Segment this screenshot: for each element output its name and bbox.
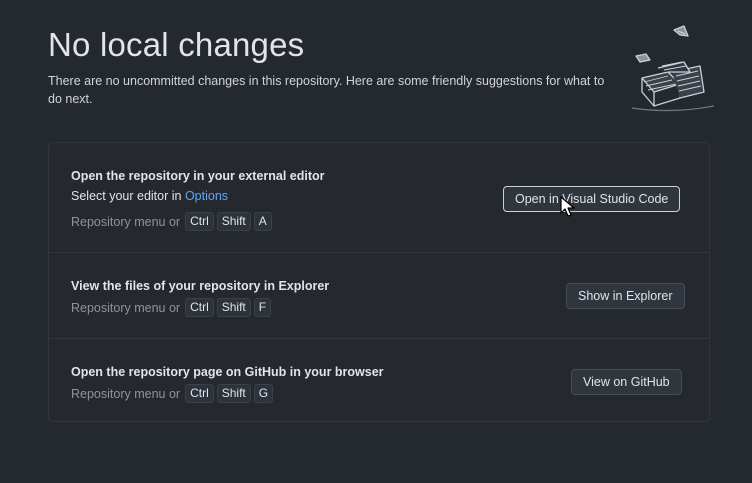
keyboard-shortcut: Repository menu or Ctrl Shift A [71, 212, 272, 231]
suggestion-show-explorer: View the files of your repository in Exp… [49, 253, 709, 339]
key-shift: Shift [216, 384, 251, 403]
key-shift: Shift [216, 212, 251, 231]
shortcut-lead: Repository menu or [71, 214, 181, 229]
options-link[interactable]: Options [185, 189, 228, 203]
suggestion-view-github: Open the repository page on GitHub in yo… [49, 339, 709, 421]
suggestions-card: Open the repository in your external edi… [48, 142, 710, 422]
view-on-github-button[interactable]: View on GitHub [571, 369, 682, 395]
keyboard-shortcut: Repository menu or Ctrl Shift F [71, 298, 272, 317]
keyboard-shortcut: Repository menu or Ctrl Shift G [71, 384, 274, 403]
key-g: G [253, 384, 274, 403]
shortcut-lead: Repository menu or [71, 386, 181, 401]
key-ctrl: Ctrl [185, 298, 214, 317]
no-changes-view: No local changes There are no uncommitte… [0, 0, 752, 483]
suggestion-open-editor: Open the repository in your external edi… [49, 143, 709, 253]
key-a: A [253, 212, 272, 231]
open-in-editor-button[interactable]: Open in Visual Studio Code [503, 186, 681, 212]
page-title: No local changes [48, 26, 305, 63]
key-f: F [253, 298, 272, 317]
mouse-pointer-icon [560, 196, 575, 217]
suggestion-title: Open the repository in your external edi… [71, 169, 325, 183]
suggestion-title: View the files of your repository in Exp… [71, 279, 330, 293]
key-ctrl: Ctrl [185, 384, 214, 403]
key-ctrl: Ctrl [185, 212, 214, 231]
subtitle-text: Select your editor in [71, 189, 185, 203]
key-shift: Shift [216, 298, 251, 317]
suggestion-title: Open the repository page on GitHub in yo… [71, 365, 384, 379]
show-in-explorer-button[interactable]: Show in Explorer [566, 283, 685, 309]
page-description: There are no uncommitted changes in this… [48, 74, 605, 106]
papers-stack-illustration [631, 25, 715, 112]
shortcut-lead: Repository menu or [71, 300, 181, 315]
suggestion-subtitle: Select your editor in Options [71, 189, 228, 203]
